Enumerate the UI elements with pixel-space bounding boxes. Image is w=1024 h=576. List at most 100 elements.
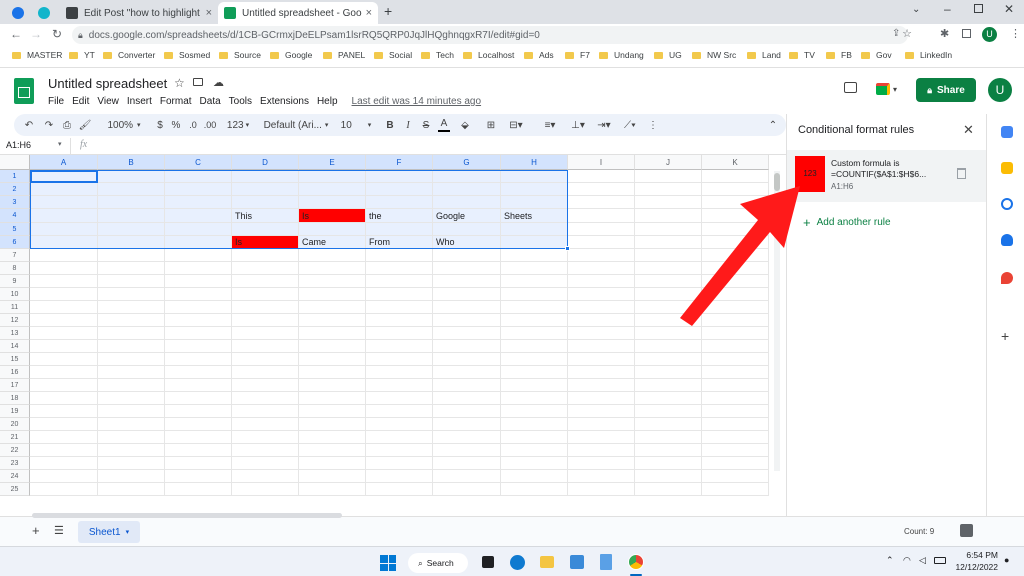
cell-a19[interactable] (30, 405, 98, 418)
cell-g24[interactable] (433, 470, 501, 483)
bookmark-item[interactable]: Ads (524, 50, 554, 60)
cell-e20[interactable] (299, 418, 366, 431)
cell-d17[interactable] (232, 379, 299, 392)
bookmark-item[interactable]: YT (69, 50, 95, 60)
cell-f7[interactable] (366, 249, 433, 262)
cell-i18[interactable] (568, 392, 635, 405)
print-icon[interactable]: ⎙ (60, 114, 74, 136)
cell-e24[interactable] (299, 470, 366, 483)
cell-j25[interactable] (635, 483, 702, 496)
cloud-status-icon[interactable]: ☁︎ (213, 76, 224, 89)
cell-f15[interactable] (366, 353, 433, 366)
cell-d13[interactable] (232, 327, 299, 340)
row-header-15[interactable]: 15 (0, 353, 30, 366)
column-header-c[interactable]: C (165, 155, 232, 170)
currency-button[interactable]: $ (154, 114, 166, 136)
row-header-21[interactable]: 21 (0, 431, 30, 444)
cell-e11[interactable] (299, 301, 366, 314)
bookmark-item[interactable]: Localhost (463, 50, 514, 60)
text-wrap-icon[interactable]: ⇥▾ (594, 114, 614, 136)
cell-i7[interactable] (568, 249, 635, 262)
cell-b20[interactable] (98, 418, 165, 431)
cell-e5[interactable] (299, 223, 366, 236)
cell-g21[interactable] (433, 431, 501, 444)
cell-f17[interactable] (366, 379, 433, 392)
strikethrough-button[interactable]: S (420, 114, 432, 136)
cell-b15[interactable] (98, 353, 165, 366)
cell-d10[interactable] (232, 288, 299, 301)
cell-f20[interactable] (366, 418, 433, 431)
task-view-icon[interactable] (482, 556, 494, 568)
close-panel-icon[interactable]: ✕ (963, 122, 974, 138)
menu-tools[interactable]: Tools (229, 96, 252, 107)
cell-g4[interactable]: Google (433, 209, 501, 223)
cell-b9[interactable] (98, 275, 165, 288)
cell-c14[interactable] (165, 340, 232, 353)
cell-c24[interactable] (165, 470, 232, 483)
cell-c11[interactable] (165, 301, 232, 314)
cell-d18[interactable] (232, 392, 299, 405)
cell-f23[interactable] (366, 457, 433, 470)
row-header-11[interactable]: 11 (0, 301, 30, 314)
cell-f3[interactable] (366, 196, 433, 209)
cell-h22[interactable] (501, 444, 568, 457)
cell-f18[interactable] (366, 392, 433, 405)
text-color-button[interactable]: A (438, 116, 450, 132)
cell-c9[interactable] (165, 275, 232, 288)
cell-i14[interactable] (568, 340, 635, 353)
cell-e17[interactable] (299, 379, 366, 392)
cell-g6[interactable]: Who (433, 236, 501, 249)
extensions-icon[interactable]: ✱ (940, 27, 949, 40)
cell-d7[interactable] (232, 249, 299, 262)
cell-b17[interactable] (98, 379, 165, 392)
cell-i8[interactable] (568, 262, 635, 275)
bookmark-item[interactable]: NW Src (692, 50, 736, 60)
cell-f9[interactable] (366, 275, 433, 288)
cell-g20[interactable] (433, 418, 501, 431)
cell-a13[interactable] (30, 327, 98, 340)
cell-h2[interactable] (501, 183, 568, 196)
bookmark-item[interactable]: FB (826, 50, 852, 60)
row-header-6[interactable]: 6 (0, 236, 30, 249)
bookmark-item[interactable]: Google (270, 50, 312, 60)
cell-d22[interactable] (232, 444, 299, 457)
cell-f2[interactable] (366, 183, 433, 196)
cell-b22[interactable] (98, 444, 165, 457)
cell-e10[interactable] (299, 288, 366, 301)
tab-edit-post[interactable]: Edit Post "how to highlight dupli... × (60, 2, 218, 24)
share-page-icon[interactable]: ⇪ (892, 28, 900, 39)
row-header-12[interactable]: 12 (0, 314, 30, 327)
reload-icon[interactable]: ↻ (52, 27, 62, 41)
add-sheet-icon[interactable]: + (32, 523, 40, 538)
cell-e23[interactable] (299, 457, 366, 470)
cell-i12[interactable] (568, 314, 635, 327)
cell-h23[interactable] (501, 457, 568, 470)
cell-e13[interactable] (299, 327, 366, 340)
cell-d20[interactable] (232, 418, 299, 431)
cell-b24[interactable] (98, 470, 165, 483)
last-edit-link[interactable]: Last edit was 14 minutes ago (352, 96, 482, 107)
document-title[interactable]: Untitled spreadsheet (48, 76, 167, 91)
cell-j16[interactable] (635, 366, 702, 379)
cell-k14[interactable] (702, 340, 769, 353)
cell-e25[interactable] (299, 483, 366, 496)
cell-h21[interactable] (501, 431, 568, 444)
cell-e21[interactable] (299, 431, 366, 444)
row-header-19[interactable]: 19 (0, 405, 30, 418)
tab-spreadsheet[interactable]: Untitled spreadsheet - Google Sh... × (218, 2, 378, 24)
bookmark-item[interactable]: Tech (421, 50, 454, 60)
cell-i25[interactable] (568, 483, 635, 496)
get-addons-icon[interactable]: + (1001, 328, 1009, 344)
cell-b6[interactable] (98, 236, 165, 249)
cell-h16[interactable] (501, 366, 568, 379)
cell-b13[interactable] (98, 327, 165, 340)
row-header-20[interactable]: 20 (0, 418, 30, 431)
all-sheets-icon[interactable]: ☰ (54, 524, 64, 537)
cell-h9[interactable] (501, 275, 568, 288)
row-header-1[interactable]: 1 (0, 170, 30, 183)
column-header-d[interactable]: D (232, 155, 299, 170)
cell-a5[interactable] (30, 223, 98, 236)
row-header-23[interactable]: 23 (0, 457, 30, 470)
cell-b5[interactable] (98, 223, 165, 236)
row-header-24[interactable]: 24 (0, 470, 30, 483)
